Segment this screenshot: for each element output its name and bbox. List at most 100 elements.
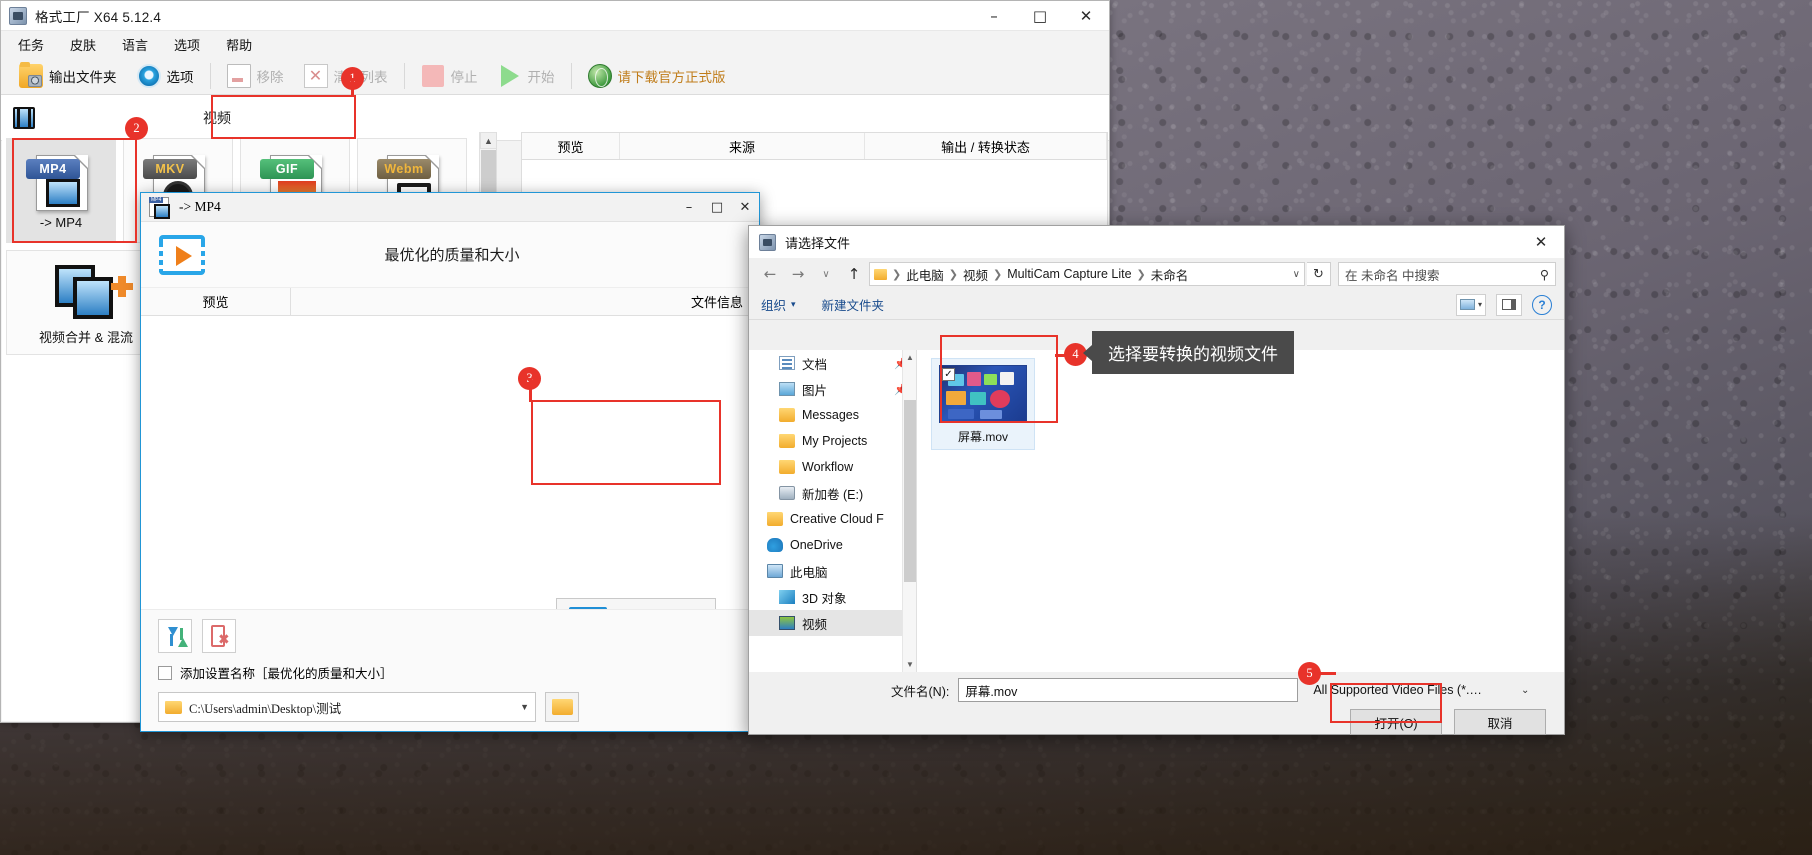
folder-icon [779,434,795,448]
scroll-up-icon[interactable]: ▲ [903,350,916,365]
menu-item-skin[interactable]: 皮肤 [67,33,99,56]
breadcrumb-item-3[interactable]: 未命名 [1151,265,1189,284]
add-setting-name-checkbox[interactable] [158,665,172,680]
file-item-screen-mov[interactable]: ✓ 屏幕.mov [931,358,1035,450]
file-dialog-close-button[interactable]: ✕ [1518,226,1564,258]
browse-output-folder-button[interactable] [545,692,579,722]
refresh-icon[interactable]: ↻ [1307,262,1331,286]
folder-icon [767,512,783,526]
column-preview: 预览 [522,133,620,159]
mp4-minimize-button[interactable]: – [675,193,703,221]
main-toolbar: 输出文件夹 选项 移除 清空列表 停止 开始 请下载官方正式版 [1,57,1109,95]
organize-button[interactable]: 组织 ▾ [761,295,796,314]
breadcrumb-item-0[interactable]: 此电脑 [906,265,944,284]
sidebar-item-workflow[interactable]: Workflow [749,454,916,480]
preview-pane-button[interactable] [1496,293,1522,316]
sidebar-item-pictures[interactable]: 图片 📌 [749,376,916,402]
output-path-combobox[interactable]: C:\Users\admin\Desktop\测试 ▼ [158,692,536,722]
task-list-header: 预览 来源 输出 / 转换状态 [522,133,1107,160]
search-input[interactable]: 在 未命名 中搜索 ⚲ [1338,262,1556,286]
help-icon[interactable]: ? [1532,294,1552,315]
file-thumbnail: ✓ [939,365,1027,423]
file-type-filter-value: All Supported Video Files (*.… [1313,683,1482,697]
menu-item-tasks[interactable]: 任务 [15,33,47,56]
breadcrumb-item-1[interactable]: 视频 [963,265,988,284]
sidebar-scroll-thumb[interactable] [904,400,916,582]
sidebar-scrollbar[interactable]: ▲ ▼ [902,350,916,672]
scroll-down-icon[interactable]: ▼ [903,657,916,672]
cancel-button[interactable]: 取消 [1454,709,1546,735]
mp4-close-button[interactable]: ✕ [731,193,759,221]
tile-badge: MKV [143,159,197,179]
toolbar-options[interactable]: 选项 [127,61,204,91]
sidebar-item-documents[interactable]: 文档 📌 [749,350,916,376]
open-file-dialog: 请选择文件 ✕ ← → ∨ ↑ ❯ 此电脑 ❯ 视频 ❯ MultiCam Ca… [748,225,1565,735]
up-icon[interactable]: ↑ [841,262,867,286]
sidebar-item-new-volume-e[interactable]: 新加卷 (E:) [749,480,916,506]
mp4-window-controls: – □ ✕ [675,193,759,221]
open-button[interactable]: 打开(O) [1350,709,1442,735]
breadcrumb-separator: ❯ [892,268,902,281]
breadcrumb-folder-icon [874,268,887,280]
toolbar-start[interactable]: 开始 [488,61,565,91]
file-checkbox[interactable]: ✓ [942,368,955,381]
toolbar-stop[interactable]: 停止 [411,61,488,91]
forward-icon[interactable]: → [785,262,811,286]
sidebar-item-onedrive[interactable]: OneDrive [749,532,916,558]
clear-files-button[interactable]: ✖ [202,619,236,653]
history-dropdown-icon[interactable]: ∨ [813,262,839,286]
sidebar-item-messages[interactable]: Messages [749,402,916,428]
scroll-up-icon[interactable]: ▲ [480,132,496,149]
annotation-step-5: 5 [1298,662,1321,685]
sidebar-item-label: Creative Cloud F [790,512,884,526]
toolbar-output-folder[interactable]: 输出文件夹 [9,61,127,91]
category-label: 视频 [203,109,231,126]
play-icon [498,64,522,88]
file-dialog-main: 文档 📌 图片 📌 Messages My Projects Workflow [749,350,1564,672]
sidebar-item-3d-objects[interactable]: 3D 对象 [749,584,916,610]
toolbar-output-folder-label: 输出文件夹 [49,69,117,85]
tile-mp4[interactable]: MP4 -> MP4 [6,138,116,243]
annotation-step-3: 3 [518,367,541,390]
menu-item-language[interactable]: 语言 [119,33,151,56]
mp4-maximize-button[interactable]: □ [703,193,731,221]
breadcrumb[interactable]: ❯ 此电脑 ❯ 视频 ❯ MultiCam Capture Lite ❯ 未命名… [869,262,1305,286]
search-icon[interactable]: ⚲ [1540,267,1549,282]
menu-item-options[interactable]: 选项 [171,33,203,56]
minimize-button[interactable]: – [971,1,1017,30]
menu-item-help[interactable]: 帮助 [223,33,255,56]
stop-icon [421,64,445,88]
sidebar-item-creative-cloud[interactable]: Creative Cloud F [749,506,916,532]
back-icon[interactable]: ← [757,262,783,286]
globe-icon [587,63,612,88]
file-dialog-title: 请选择文件 [785,235,851,251]
sidebar-item-videos[interactable]: 视频 [749,610,916,636]
preset-row: 最优化的质量和大小 [141,222,759,288]
mp4-columns-header: 预览 文件信息 [141,288,759,316]
computer-icon [767,564,783,578]
document-icon [779,356,795,370]
film-icon [13,106,35,129]
file-type-filter[interactable]: All Supported Video Files (*.… ⌄ [1307,678,1536,702]
breadcrumb-item-2[interactable]: MultiCam Capture Lite [1007,267,1131,281]
view-mode-button[interactable]: ▾ [1456,293,1486,316]
new-folder-button[interactable]: 新建文件夹 [822,295,885,314]
sort-order-button[interactable] [158,619,192,653]
drive-icon [779,486,795,500]
breadcrumb-dropdown-icon[interactable]: ∨ [1293,269,1300,280]
file-list-pane[interactable]: ✓ 屏幕.mov [917,350,1564,672]
toolbar-download-official[interactable]: 请下载官方正式版 [578,61,736,91]
sidebar-item-my-projects[interactable]: My Projects [749,428,916,454]
remove-doc-icon [226,63,251,88]
close-button[interactable]: ✕ [1063,1,1109,30]
filename-input[interactable]: 屏幕.mov [958,678,1299,702]
folder-icon [551,699,573,715]
file-dialog-footer: 文件名(N): 屏幕.mov All Supported Video Files… [749,672,1564,735]
toolbar-start-label: 开始 [527,69,555,85]
sidebar-item-this-pc[interactable]: 此电脑 [749,558,916,584]
maximize-button[interactable]: □ [1017,1,1063,30]
app-icon [9,6,27,25]
toolbar-remove[interactable]: 移除 [217,61,294,91]
main-window-controls: – □ ✕ [971,1,1109,30]
gear-icon [136,63,161,88]
